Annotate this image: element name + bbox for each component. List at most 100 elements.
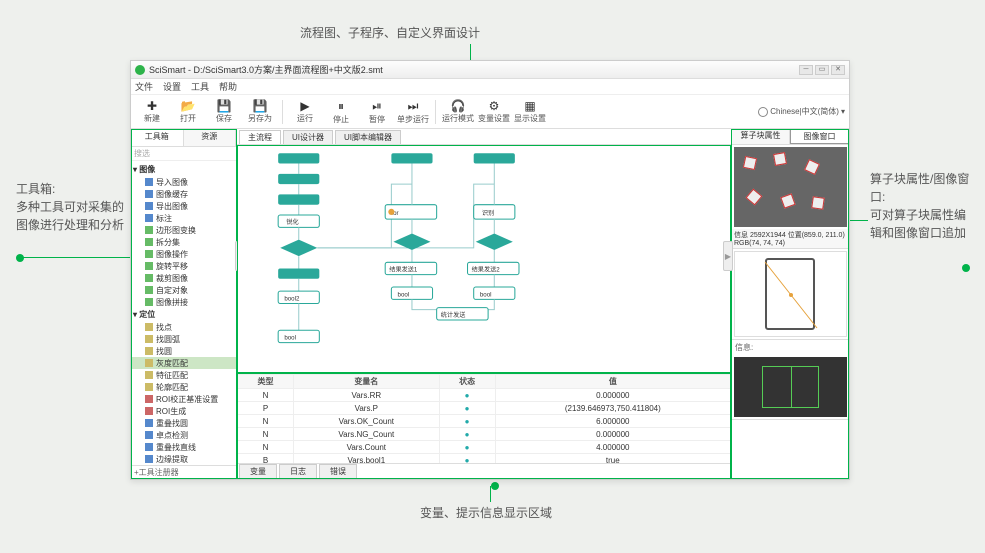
tab-resource[interactable]: 资源 (184, 129, 237, 146)
tab-errors[interactable]: 错误 (319, 464, 357, 479)
saveas-button[interactable]: 💾另存为 (243, 97, 277, 127)
display-icon: ▦ (524, 99, 535, 113)
saveas-icon: 💾 (253, 99, 268, 113)
image-preview-2[interactable] (732, 249, 849, 340)
tree-item[interactable]: 找圆 (131, 345, 236, 357)
chevron-down-icon: ▾ (841, 107, 845, 116)
tool-register[interactable]: +工具注册器 (131, 465, 236, 479)
table-cell: Vars.Count (294, 441, 440, 454)
maximize-button[interactable]: ▭ (815, 65, 829, 75)
tree-item[interactable]: ROI生成 (131, 405, 236, 417)
tree-item[interactable]: 边形图变换 (131, 224, 236, 236)
new-icon: ✚ (147, 99, 157, 113)
pause-button[interactable]: ⏯暂停 (360, 97, 394, 127)
step-button[interactable]: ⏭单步运行 (396, 97, 430, 127)
save-button[interactable]: 💾保存 (207, 97, 241, 127)
image-preview-1[interactable]: 信息 2592X1944 位置(859.0, 211.0) RGB(74, 74… (732, 145, 849, 249)
table-cell: true (495, 454, 730, 464)
tree-item[interactable]: 导入图像 (131, 176, 236, 188)
tab-mainflow[interactable]: 主流程 (239, 130, 281, 144)
tool-icon (145, 226, 153, 234)
window-title: SciSmart - D:/SciSmart3.0方案/主界面流程图+中文版2.… (149, 63, 799, 76)
toolbox-search[interactable]: 搜选 (131, 147, 236, 161)
table-row[interactable]: NVars.NG_Count●0.000000 (238, 428, 731, 441)
new-button[interactable]: ✚新建 (135, 97, 169, 127)
toolbar: ✚新建 📂打开 💾保存 💾另存为 ▶运行 ⏸停止 ⏯暂停 ⏭单步运行 🎧运行模式… (131, 95, 849, 129)
runmode-button[interactable]: 🎧运行模式 (441, 97, 475, 127)
table-cell: 6.000000 (495, 415, 730, 428)
toolbox-tree[interactable]: ▾ 图像导入图像图像缓存导出图像标注边形图变换拆分集图像操作旋转平移裁剪图像自定… (131, 161, 236, 465)
tree-item-label: 找圆 (156, 346, 172, 357)
menu-file[interactable]: 文件 (135, 80, 153, 93)
tab-ui-designer[interactable]: UI设计器 (283, 130, 333, 144)
tree-item[interactable]: 重叠找直线 (131, 441, 236, 453)
tool-icon (145, 407, 153, 415)
tab-variables[interactable]: 变量 (239, 464, 277, 479)
annotation-right: 算子块属性/图像窗口: 可对算子块属性编辑和图像窗口追加 (870, 170, 970, 242)
menu-tools[interactable]: 工具 (191, 80, 209, 93)
table-row[interactable]: NVars.Count●4.000000 (238, 441, 731, 454)
tree-item[interactable]: 图像缓存 (131, 188, 236, 200)
tab-ui-script[interactable]: UI脚本编辑器 (335, 130, 401, 144)
table-cell: ● (439, 454, 495, 464)
tree-item[interactable]: 卓点检测 (131, 429, 236, 441)
tab-block-property[interactable]: 算子块属性 (732, 129, 790, 144)
tree-item[interactable]: 自定对象 (131, 284, 236, 296)
tree-item[interactable]: 图像操作 (131, 248, 236, 260)
app-window: SciSmart - D:/SciSmart3.0方案/主界面流程图+中文版2.… (130, 60, 850, 480)
tree-item[interactable]: 拆分集 (131, 236, 236, 248)
tree-item[interactable]: 标注 (131, 212, 236, 224)
tree-item-label: 重叠找圆 (156, 418, 188, 429)
language-selector[interactable]: Chinese|中文(简体) ▾ (758, 106, 845, 117)
tree-item[interactable]: 图像拼接 (131, 296, 236, 308)
table-row[interactable]: PVars.P●(2139.646973,750.411804) (238, 402, 731, 415)
tool-icon (145, 395, 153, 403)
tool-icon (145, 214, 153, 222)
tree-item[interactable]: 找点 (131, 321, 236, 333)
table-row[interactable]: NVars.RR●0.000000 (238, 389, 731, 402)
flowchart-canvas[interactable]: 锐化 bool2 bool fo (237, 145, 731, 373)
tree-item[interactable]: 旋转平移 (131, 260, 236, 272)
toolbox-tabs: 工具箱 资源 (131, 129, 236, 147)
close-button[interactable]: ✕ (831, 65, 845, 75)
tab-toolbox[interactable]: 工具箱 (131, 129, 184, 146)
tree-item[interactable]: 灰度匹配 (131, 357, 236, 369)
separator (282, 100, 283, 124)
runmode-icon: 🎧 (451, 99, 466, 113)
table-row[interactable]: NVars.OK_Count●6.000000 (238, 415, 731, 428)
varset-button[interactable]: ⚙变量设置 (477, 97, 511, 127)
annotation-left: 工具箱: 多种工具可对采集的图像进行处理和分析 (16, 180, 126, 234)
tab-log[interactable]: 日志 (279, 464, 317, 479)
tab-image-window[interactable]: 图像窗口 (790, 129, 849, 144)
tree-item[interactable]: 导出图像 (131, 200, 236, 212)
annotation-right-body: 可对算子块属性编辑和图像窗口追加 (870, 206, 970, 242)
tree-item[interactable]: ROI校正基准设置 (131, 393, 236, 405)
tree-group[interactable]: ▾ 图像 (131, 163, 236, 176)
svg-text:bool: bool (398, 291, 410, 298)
menu-help[interactable]: 帮助 (219, 80, 237, 93)
display-button[interactable]: ▦显示设置 (513, 97, 547, 127)
tool-icon (145, 262, 153, 270)
tree-item[interactable]: 找圆弧 (131, 333, 236, 345)
table-cell: N (238, 415, 294, 428)
run-button[interactable]: ▶运行 (288, 97, 322, 127)
variable-table[interactable]: 类型变量名状态值 NVars.RR●0.000000PVars.P●(2139.… (237, 374, 731, 463)
tool-icon (145, 443, 153, 451)
tree-item[interactable]: 轮廓匹配 (131, 381, 236, 393)
tree-item[interactable]: 特征匹配 (131, 369, 236, 381)
open-button[interactable]: 📂打开 (171, 97, 205, 127)
tree-item[interactable]: 裁剪图像 (131, 272, 236, 284)
menu-settings[interactable]: 设置 (163, 80, 181, 93)
tree-item-label: 轮廓匹配 (156, 382, 188, 393)
tool-icon (145, 298, 153, 306)
right-collapse-handle[interactable]: ▶ (723, 241, 733, 271)
image-preview-3[interactable] (732, 355, 849, 420)
stop-button[interactable]: ⏸停止 (324, 97, 358, 127)
tree-item[interactable]: 重叠找圆 (131, 417, 236, 429)
menubar: 文件 设置 工具 帮助 (131, 79, 849, 95)
minimize-button[interactable]: ─ (799, 65, 813, 75)
tree-group[interactable]: ▾ 定位 (131, 308, 236, 321)
body-area: 工具箱 资源 搜选 ▾ 图像导入图像图像缓存导出图像标注边形图变换拆分集图像操作… (131, 129, 849, 479)
tree-item[interactable]: 边缘提取 (131, 453, 236, 465)
table-row[interactable]: BVars.bool1●true (238, 454, 731, 464)
